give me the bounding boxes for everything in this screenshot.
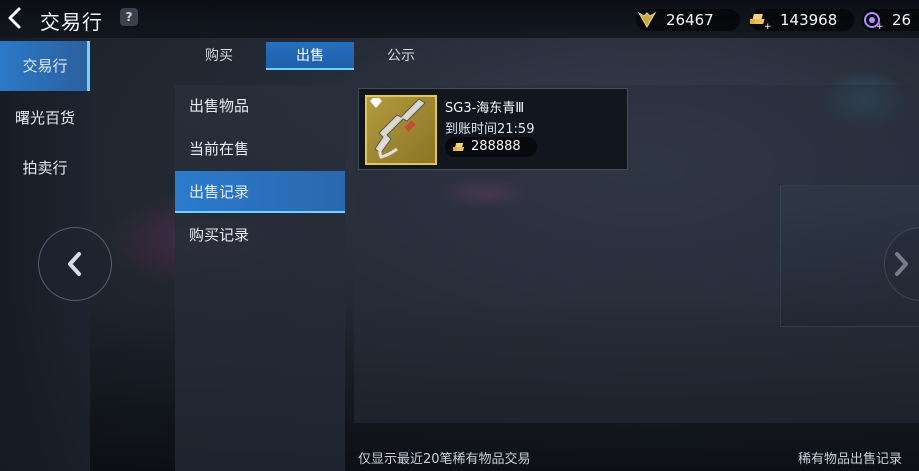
- currency-purple[interactable]: + 26: [862, 9, 919, 31]
- nav-item-dawn-store[interactable]: 曙光百货: [0, 93, 90, 143]
- item-price-value: 288888: [471, 139, 521, 154]
- top-bar: 交易行 ? 26467 + 143968 + 26: [0, 0, 919, 38]
- sub-item-sale-records[interactable]: 出售记录: [175, 171, 345, 213]
- tab-buy[interactable]: 购买: [175, 42, 263, 70]
- chevron-left-icon: [68, 252, 81, 276]
- item-price: 288888: [445, 137, 537, 157]
- shotgun-weapon-icon: [374, 98, 426, 159]
- currency-purple-value: 26: [892, 11, 912, 29]
- sub-item-purchase-records[interactable]: 购买记录: [175, 214, 345, 256]
- rare-sale-records-link[interactable]: 稀有物品出售记录: [798, 448, 902, 467]
- nav-item-auction[interactable]: 拍卖行: [0, 143, 90, 193]
- currency-gem-value: 26467: [666, 11, 714, 29]
- records-panel: SG3-海东青Ⅲ 到账时间21:59 288888: [354, 85, 919, 423]
- nav-item-label: 交易行: [22, 57, 68, 75]
- svg-text:+: +: [876, 22, 884, 30]
- footer-note: 仅显示最近20笔稀有物品交易: [358, 452, 531, 467]
- top-tabs: 购买 出售 公示: [175, 42, 445, 70]
- prev-page-button[interactable]: [38, 227, 112, 301]
- back-button[interactable]: [2, 5, 30, 31]
- gem-currency-icon: [637, 11, 657, 29]
- item-name: SG3-海东青Ⅲ: [445, 101, 525, 116]
- nav-item-trade[interactable]: 交易行: [0, 41, 90, 91]
- item-arrival-time: 到账时间21:59: [445, 122, 535, 137]
- back-arrow-icon: [8, 7, 21, 29]
- page-title: 交易行: [40, 10, 103, 34]
- item-icon-frame: [365, 95, 437, 165]
- sub-item-on-sale[interactable]: 当前在售: [175, 128, 345, 170]
- sub-nav: 出售物品 当前在售 出售记录 购买记录: [175, 85, 345, 471]
- record-card[interactable]: SG3-海东青Ⅲ 到账时间21:59 288888: [358, 88, 628, 170]
- gold-bars-icon: [453, 143, 465, 151]
- currency-gold[interactable]: + 143968: [750, 9, 854, 31]
- currency-gold-value: 143968: [780, 11, 838, 29]
- tab-sell[interactable]: 出售: [266, 42, 354, 70]
- gold-bars-add-icon: +: [750, 14, 772, 30]
- nav-item-label: 拍卖行: [22, 159, 68, 177]
- sub-item-sell-items[interactable]: 出售物品: [175, 85, 345, 127]
- tab-notice[interactable]: 公示: [357, 42, 445, 70]
- svg-text:+: +: [764, 22, 772, 30]
- nav-item-label: 曙光百货: [14, 109, 75, 127]
- purple-coin-add-icon: +: [864, 12, 884, 30]
- help-button[interactable]: ?: [120, 8, 138, 26]
- currency-gem[interactable]: 26467: [636, 9, 740, 31]
